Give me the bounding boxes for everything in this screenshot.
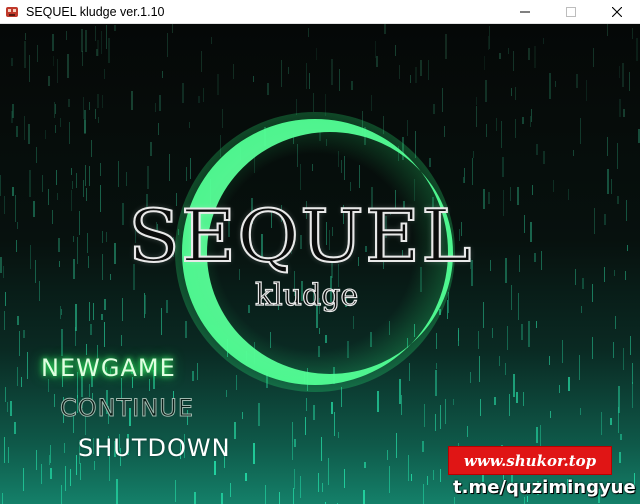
logo: SEQUEL kludge [0, 24, 640, 504]
maximize-icon [566, 7, 576, 17]
close-icon [612, 7, 622, 17]
window-title: SEQUEL kludge ver.1.10 [26, 4, 165, 19]
app-icon [4, 4, 20, 20]
menu-shutdown[interactable]: SHUTDOWN [78, 434, 231, 462]
watermark-site: www.shukor.top [448, 446, 612, 475]
minimize-button[interactable] [502, 0, 548, 24]
menu-newgame[interactable]: NEWGAME [41, 354, 176, 382]
menu-continue[interactable]: CONTINUE [59, 394, 194, 423]
logo-title: SEQUEL [127, 193, 473, 279]
close-button[interactable] [594, 0, 640, 24]
maximize-button[interactable] [548, 0, 594, 24]
window-controls [502, 0, 640, 24]
game-viewport[interactable]: SEQUEL kludge NEWGAME CONTINUE SHUTDOWN … [0, 24, 640, 504]
logo-subtitle: kludge [254, 277, 359, 313]
watermark-handle: t.me/quzimingyue [453, 477, 636, 498]
window-titlebar[interactable]: SEQUEL kludge ver.1.10 [0, 0, 640, 24]
minimize-icon [520, 11, 530, 13]
